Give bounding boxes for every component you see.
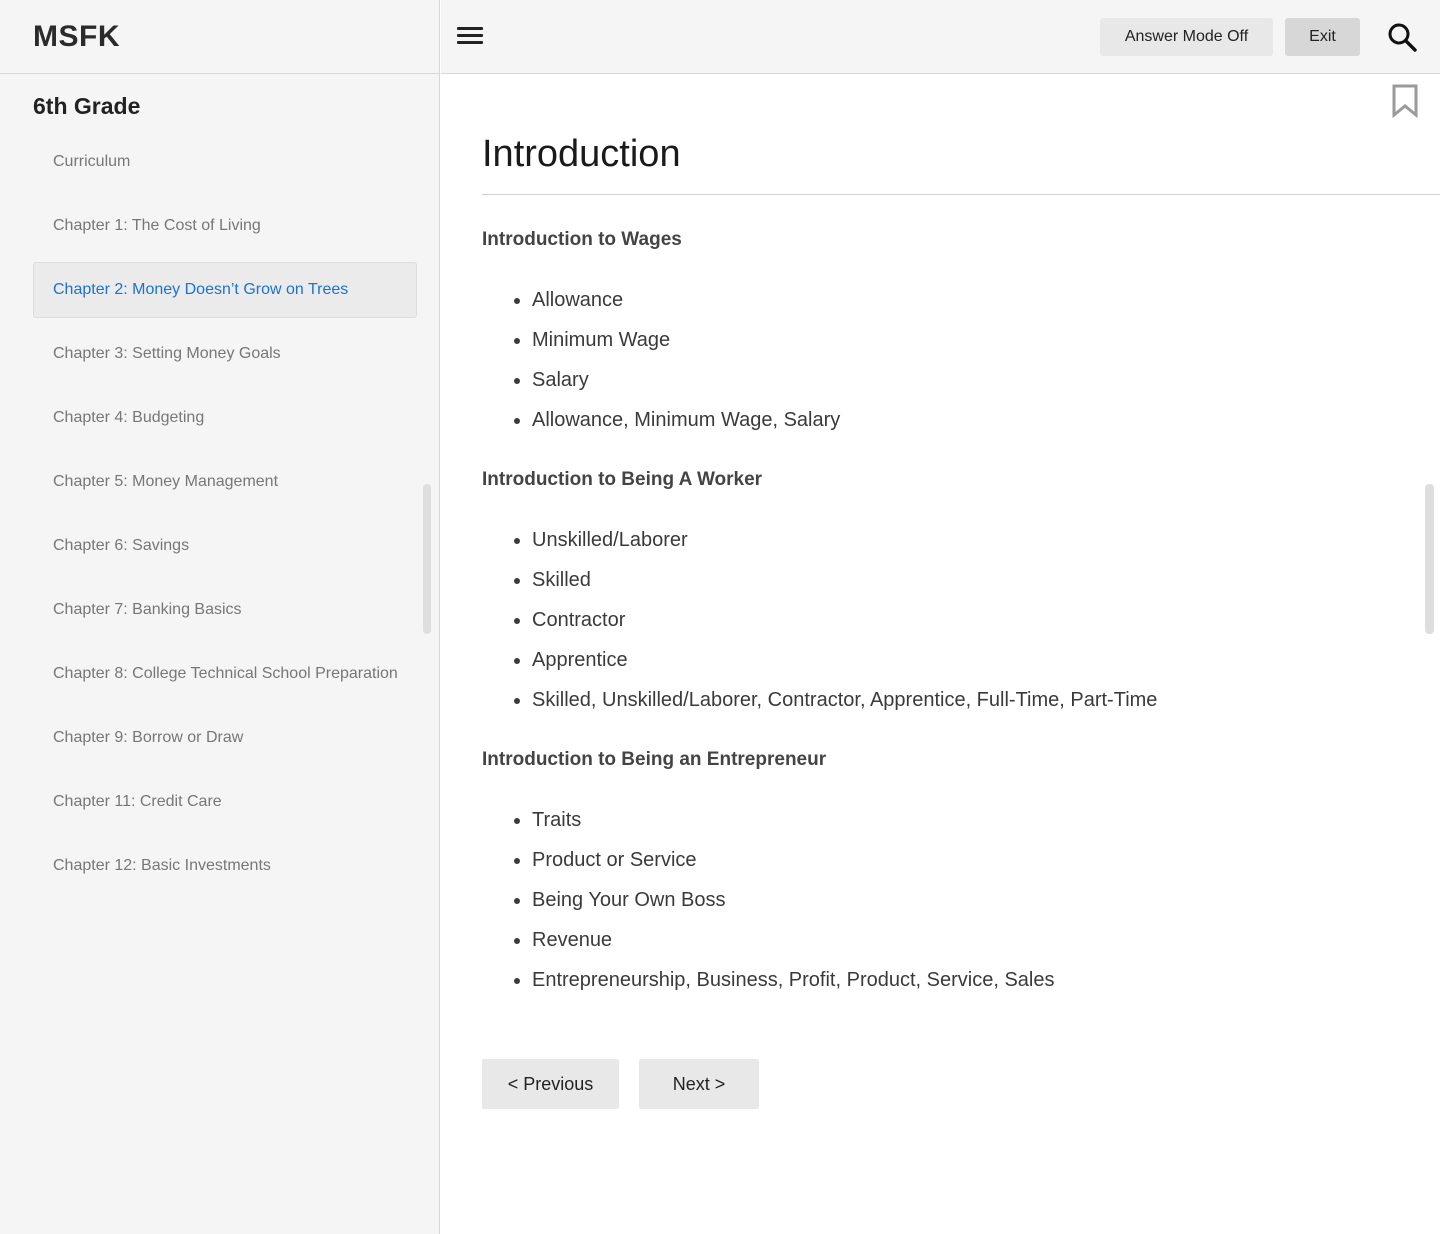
title-divider [482, 194, 1440, 195]
sidebar-item-label: Chapter 3: Setting Money Goals [53, 345, 281, 362]
search-icon[interactable] [1387, 22, 1417, 52]
list-item: Allowance [532, 280, 840, 320]
sidebar-item-chapter-5[interactable]: Chapter 5: Money Management [33, 454, 417, 510]
bullet-list: Unskilled/Laborer Skilled Contractor App… [482, 520, 1157, 720]
sidebar-item-label: Chapter 5: Money Management [53, 473, 279, 490]
bullet-list: Traits Product or Service Being Your Own… [482, 800, 1054, 1000]
sidebar-item-chapter-4[interactable]: Chapter 4: Budgeting [33, 390, 417, 446]
sidebar-item-chapter-1[interactable]: Chapter 1: The Cost of Living [33, 198, 417, 254]
bullet-list: Allowance Minimum Wage Salary Allowance,… [482, 280, 840, 440]
sidebar-item-label: Chapter 7: Banking Basics [53, 601, 242, 618]
sidebar-scrollbar[interactable] [423, 484, 431, 634]
sidebar-item-label: Chapter 2: Money Doesn’t Grow on Trees [53, 281, 349, 298]
sidebar-item-chapter-8[interactable]: Chapter 8: College Technical School Prep… [33, 646, 417, 702]
sidebar: MSFK 6th Grade Curriculum Chapter 1: The… [0, 0, 440, 1234]
list-item: Revenue [532, 920, 1054, 960]
sidebar-item-label: Chapter 4: Budgeting [53, 409, 205, 426]
sidebar-item-chapter-9[interactable]: Chapter 9: Borrow or Draw [33, 710, 417, 766]
sidebar-item-chapter-6[interactable]: Chapter 6: Savings [33, 518, 417, 574]
grade-title: 6th Grade [33, 93, 141, 119]
sidebar-item-label: Chapter 12: Basic Investments [53, 857, 271, 874]
list-item: Skilled, Unskilled/Laborer, Contractor, … [532, 680, 1157, 720]
exit-button[interactable]: Exit [1285, 18, 1360, 56]
sidebar-item-chapter-3[interactable]: Chapter 3: Setting Money Goals [33, 326, 417, 382]
chapter-nav: Curriculum Chapter 1: The Cost of Living… [33, 134, 417, 902]
list-item: Product or Service [532, 840, 1054, 880]
brand-logo[interactable]: MSFK [33, 19, 120, 55]
sidebar-item-label: Curriculum [53, 153, 131, 170]
list-item: Being Your Own Boss [532, 880, 1054, 920]
brand-bar: MSFK [0, 0, 439, 74]
top-toolbar: Answer Mode Off Exit [441, 0, 1440, 74]
content-scrollbar[interactable] [1425, 484, 1434, 634]
sidebar-item-label: Chapter 6: Savings [53, 537, 190, 554]
page-title: Introduction [482, 133, 681, 175]
sidebar-item-label: Chapter 11: Credit Care [53, 793, 222, 810]
list-item: Skilled [532, 560, 1157, 600]
list-item: Salary [532, 360, 840, 400]
sidebar-item-label: Chapter 1: The Cost of Living [53, 217, 261, 234]
bookmark-icon[interactable] [1391, 84, 1419, 118]
section-heading: Introduction to Wages [482, 229, 682, 250]
next-button[interactable]: Next > [639, 1059, 759, 1109]
sidebar-item-label: Chapter 8: College Technical School Prep… [53, 665, 398, 682]
previous-button[interactable]: < Previous [482, 1059, 619, 1109]
hamburger-menu-icon[interactable] [457, 26, 483, 46]
sidebar-item-label: Chapter 9: Borrow or Draw [53, 729, 244, 746]
list-item: Traits [532, 800, 1054, 840]
list-item: Apprentice [532, 640, 1157, 680]
sidebar-item-chapter-12[interactable]: Chapter 12: Basic Investments [33, 838, 417, 894]
answer-mode-button[interactable]: Answer Mode Off [1100, 18, 1273, 56]
sidebar-item-chapter-11[interactable]: Chapter 11: Credit Care [33, 774, 417, 830]
list-item: Entrepreneurship, Business, Profit, Prod… [532, 960, 1054, 1000]
sidebar-item-curriculum[interactable]: Curriculum [33, 134, 417, 190]
list-item: Allowance, Minimum Wage, Salary [532, 400, 840, 440]
list-item: Minimum Wage [532, 320, 840, 360]
sidebar-item-chapter-7[interactable]: Chapter 7: Banking Basics [33, 582, 417, 638]
list-item: Unskilled/Laborer [532, 520, 1157, 560]
list-item: Contractor [532, 600, 1157, 640]
section-heading: Introduction to Being an Entrepreneur [482, 749, 827, 770]
sidebar-item-chapter-2[interactable]: Chapter 2: Money Doesn’t Grow on Trees [33, 262, 417, 318]
section-heading: Introduction to Being A Worker [482, 469, 763, 490]
